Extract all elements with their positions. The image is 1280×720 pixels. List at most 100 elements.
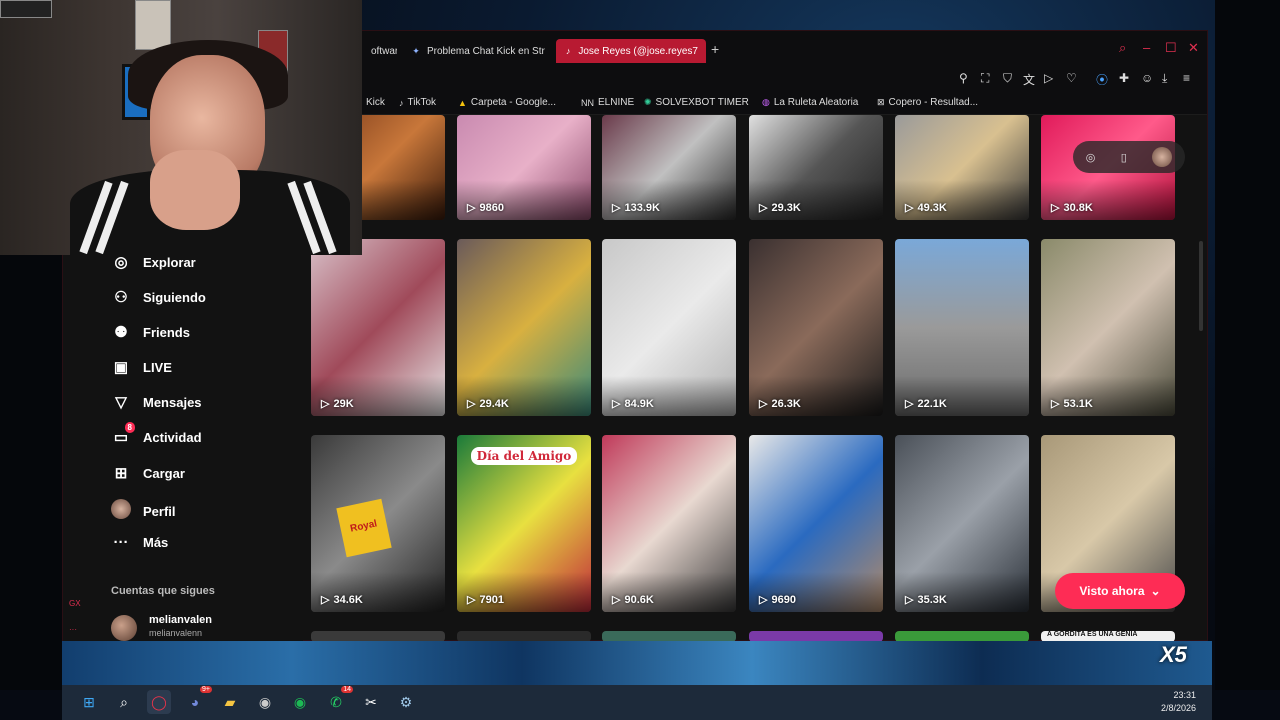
more-dots-icon[interactable]: ··· — [69, 625, 77, 634]
snapshot-icon[interactable]: ⛶ — [981, 71, 989, 86]
translate-icon[interactable]: 文 — [1023, 71, 1035, 88]
bookmark-label: ELNINE — [598, 97, 635, 108]
video-caption: A GORDITA ES UNA GENIA — [1047, 631, 1138, 638]
visto-ahora-button[interactable]: Visto ahora ⌄ — [1055, 573, 1185, 609]
desktop-wallpaper-strip — [62, 641, 1212, 685]
tab-label: oftware — [371, 45, 397, 57]
sidebar-item-label: LIVE — [143, 359, 172, 375]
menu-icon[interactable]: ≡ — [1183, 71, 1190, 85]
opera-gx-icon[interactable]: ◯ — [147, 690, 171, 714]
following-account-name[interactable]: melianvalen — [149, 614, 212, 626]
extensions-icon[interactable]: ✚ — [1119, 71, 1129, 85]
tab-problema-chat[interactable]: ✦ Problema Chat Kick en Str — [403, 39, 553, 63]
video-tile[interactable]: ▷ 53.1K — [1041, 239, 1175, 416]
avatar[interactable] — [111, 615, 137, 641]
close-button[interactable]: ✕ — [1188, 40, 1199, 56]
mini-player-controls[interactable]: ◎ ▯ — [1073, 141, 1185, 173]
video-tile[interactable]: ▷ 9690 — [749, 435, 883, 612]
bookmark-solvexbot[interactable]: ✺ SOLVEXBOT TIMER — [644, 97, 749, 108]
bookmark-label: Copero - Resultad... — [888, 97, 979, 108]
video-tile[interactable]: ▷ 29.3K — [749, 115, 883, 220]
windows-start-icon[interactable]: ⊞ — [77, 690, 101, 714]
sidebar-item-perfil[interactable]: Perfil — [111, 499, 176, 523]
bookmark-copero[interactable]: ⊠ Copero - Resultad... — [877, 97, 978, 108]
view-count-label: 29.4K — [479, 397, 509, 410]
sidebar-item-explorar[interactable]: ◎ Explorar — [111, 253, 195, 271]
whatsapp-icon[interactable]: ✆ 14 — [324, 686, 353, 714]
new-tab-button[interactable]: + — [711, 41, 719, 57]
folder-icon[interactable]: ▰ — [218, 690, 242, 714]
play-icon: ▷ — [321, 594, 330, 606]
video-tile[interactable]: ▷ 26.3K — [749, 239, 883, 416]
bookmark-kick[interactable]: Kick — [366, 97, 385, 108]
scrollbar[interactable] — [1199, 241, 1203, 331]
spotify-icon[interactable]: ◉ — [288, 690, 312, 714]
sidebar-item-label: Actividad — [143, 429, 202, 445]
shield-icon[interactable]: ⛉ — [1003, 71, 1012, 86]
capcut-icon[interactable]: ✂ — [359, 690, 383, 714]
sidebar-item-label: Cargar — [143, 465, 185, 481]
bookmark-elnine[interactable]: NN ELNINE — [581, 97, 634, 108]
video-tile[interactable]: ▷ 49.3K — [895, 115, 1029, 220]
minimize-button[interactable]: – — [1143, 40, 1150, 55]
activity-icon: ▭ 8 — [111, 422, 135, 446]
video-tile[interactable]: ▷ 22.1K — [895, 239, 1029, 416]
sidebar-item-live[interactable]: ▣ LIVE — [111, 358, 172, 376]
account-icon[interactable]: ☺ — [1141, 71, 1153, 85]
view-count-label: 53.1K — [1063, 397, 1093, 410]
steam-icon[interactable]: ⚙ — [394, 690, 418, 714]
system-clock[interactable]: 23:31 2/8/2026 — [1150, 689, 1196, 715]
video-tile[interactable]: ▷ 90.6K — [602, 435, 736, 612]
search-icon[interactable]: ⌕ — [112, 690, 136, 714]
download-icon[interactable]: ⤓ — [1162, 71, 1167, 86]
wheel-icon: ◍ — [762, 97, 770, 107]
tile-shade — [311, 572, 445, 612]
view-count: ▷ 22.1K — [905, 397, 947, 411]
sidebar-item-cargar[interactable]: ⊞ Cargar — [111, 464, 185, 482]
tab-software[interactable]: oftware — [363, 39, 397, 63]
view-count: ▷ 29.4K — [467, 397, 509, 411]
video-tile[interactable]: ▷ 84.9K — [602, 239, 736, 416]
view-count-label: 90.6K — [624, 593, 654, 606]
sidebar-item-actividad[interactable]: ▭ 8 Actividad — [111, 422, 202, 446]
play-icon: ▷ — [467, 398, 476, 410]
sidebar-item-siguiendo[interactable]: ⚇ Siguiendo — [111, 288, 206, 306]
tab-jose-reyes[interactable]: ♪ Jose Reyes (@jose.reyes7 — [556, 39, 706, 63]
search-icon[interactable]: ⌕ — [1119, 40, 1126, 56]
whatsapp-badge: 14 — [341, 686, 353, 693]
obs-icon[interactable]: ◉ — [253, 690, 277, 714]
maximize-button[interactable]: ☐ — [1165, 40, 1177, 56]
radio-icon[interactable]: ⦿ — [1096, 71, 1108, 88]
avatar[interactable] — [1152, 147, 1173, 167]
bookmark-drive[interactable]: ▲ Carpeta - Google... — [458, 97, 556, 108]
discord-icon[interactable]: ◕ 9+ — [183, 686, 212, 714]
tile-shade — [457, 376, 591, 416]
sidebar-item-mensajes[interactable]: ▽ Mensajes — [111, 393, 201, 411]
view-count-label: 26.3K — [771, 397, 801, 410]
view-count: ▷ 26.3K — [759, 397, 801, 411]
video-tile[interactable]: ▷ 7901 Día del Amigo — [457, 435, 591, 612]
video-tile[interactable]: ▷ 9860 — [457, 115, 591, 220]
bookmark-ruleta[interactable]: ◍ La Ruleta Aleatoria — [762, 97, 858, 108]
gemini-icon: ✦ — [412, 46, 420, 56]
play-icon: ▷ — [1051, 398, 1060, 410]
view-count: ▷ 9690 — [759, 593, 796, 607]
video-tile[interactable]: ▷ 35.3K — [895, 435, 1029, 612]
video-tile[interactable]: ▷ 133.9K — [602, 115, 736, 220]
webcam-overlay — [0, 0, 362, 255]
play-icon[interactable]: ▷ — [1044, 71, 1053, 85]
phone-icon[interactable]: ▯ — [1121, 151, 1127, 164]
video-tile[interactable]: ▷ 29.4K — [457, 239, 591, 416]
sidebar-item-mas[interactable]: ··· Más — [111, 534, 169, 551]
bookmark-tiktok[interactable]: ♪ TikTok — [399, 97, 436, 108]
view-count-label: 84.9K — [624, 397, 654, 410]
video-tile[interactable]: ▷ 34.6K Royal — [311, 435, 445, 612]
video-tile[interactable]: ▷ 29K — [311, 239, 445, 416]
compass-icon[interactable]: ◎ — [1086, 151, 1096, 164]
tiktok-icon: ♪ — [565, 46, 571, 56]
play-icon: ▷ — [1051, 202, 1060, 214]
sidebar-item-friends[interactable]: ⚉ Friends — [111, 323, 190, 341]
heart-icon[interactable]: ♡ — [1066, 71, 1077, 85]
tile-shade — [749, 180, 883, 220]
pin-icon[interactable]: ⚲ — [959, 71, 968, 85]
